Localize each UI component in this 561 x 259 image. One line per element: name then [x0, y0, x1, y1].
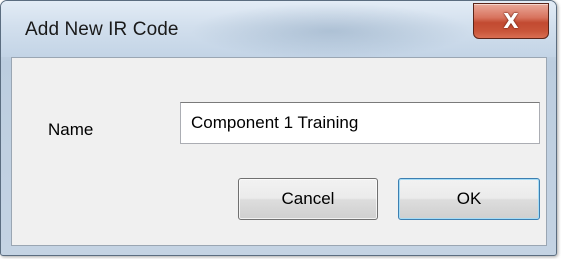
cancel-button[interactable]: Cancel	[238, 178, 378, 220]
dialog-body: Name Cancel OK	[11, 57, 547, 246]
name-input[interactable]	[180, 102, 540, 144]
dialog-title: Add New IR Code	[25, 19, 179, 40]
close-icon: X	[503, 9, 519, 33]
name-label: Name	[48, 120, 94, 139]
add-ir-code-dialog: Add New IR Code X Name Cancel OK	[0, 0, 557, 256]
title-bar[interactable]: Add New IR Code X	[1, 1, 556, 57]
close-button[interactable]: X	[473, 3, 549, 39]
ok-button[interactable]: OK	[398, 178, 540, 220]
